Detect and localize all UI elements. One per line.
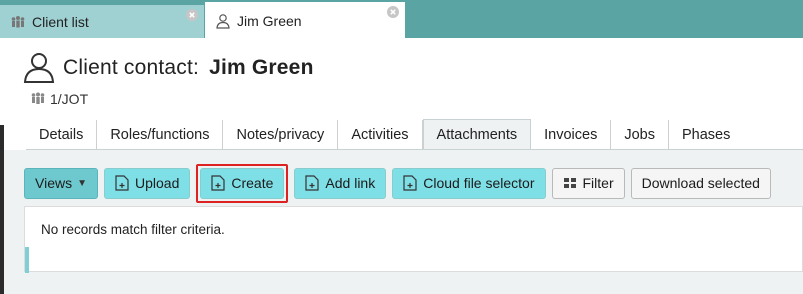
- results-list: No records match filter criteria.: [24, 206, 803, 273]
- upload-button[interactable]: Upload: [104, 167, 191, 199]
- add-link-label: Add link: [325, 175, 376, 191]
- contact-name: Jim Green: [209, 56, 314, 79]
- upload-label: Upload: [135, 175, 180, 191]
- title-label: Client contact:: [63, 56, 200, 79]
- empty-message: No records match filter criteria.: [41, 222, 225, 237]
- tab-activities[interactable]: Activities: [338, 120, 423, 150]
- views-label: Views: [35, 175, 73, 191]
- chevron-down-icon: ▼: [77, 177, 87, 189]
- file-add-icon: [211, 175, 225, 191]
- person-icon: [216, 13, 230, 29]
- record-tabs: Details Roles/functions Notes/privacy Ac…: [26, 119, 744, 150]
- contact-person-icon: [23, 53, 55, 83]
- create-highlight: Create: [196, 163, 289, 203]
- tab-roles-functions[interactable]: Roles/functions: [97, 120, 224, 150]
- tab-phases[interactable]: Phases: [668, 120, 744, 150]
- tab-jobs[interactable]: Jobs: [611, 120, 669, 150]
- file-add-icon: [403, 175, 417, 191]
- window-tab-strip: Client list Jim Green: [0, 0, 803, 39]
- page-title: Client contact: Jim Green: [63, 56, 314, 80]
- create-button[interactable]: Create: [200, 167, 285, 199]
- tab-attachments[interactable]: Attachments: [422, 119, 532, 150]
- file-add-icon: [115, 175, 129, 191]
- cloud-file-selector-button[interactable]: Cloud file selector: [392, 167, 546, 199]
- tab-invoices[interactable]: Invoices: [531, 120, 612, 150]
- close-icon[interactable]: [186, 9, 198, 21]
- tab-details[interactable]: Details: [26, 120, 98, 150]
- group-icon: [11, 15, 25, 27]
- attachments-toolbar: Views ▼ Upload Create Add link Cloud fil…: [24, 163, 771, 203]
- group-icon: [31, 92, 45, 104]
- views-button[interactable]: Views ▼: [24, 167, 98, 199]
- filter-grid-icon: [563, 178, 576, 188]
- client-code-row: 1/JOT: [30, 91, 88, 107]
- file-add-icon: [305, 175, 320, 191]
- download-selected-button[interactable]: Download selected: [630, 167, 771, 199]
- row-accent: [25, 247, 29, 273]
- record-header: Client contact: Jim Green 1/JOT: [0, 39, 803, 125]
- window-tab-label: Jim Green: [237, 12, 302, 29]
- window-tab-jim-green[interactable]: Jim Green: [205, 2, 405, 39]
- add-link-button[interactable]: Add link: [294, 167, 387, 199]
- close-icon[interactable]: [387, 6, 399, 18]
- filter-button[interactable]: Filter: [551, 167, 625, 199]
- tab-notes-privacy[interactable]: Notes/privacy: [223, 120, 339, 150]
- window-tab-client-list[interactable]: Client list: [0, 5, 204, 38]
- client-code: 1/JOT: [50, 91, 89, 107]
- cloud-label: Cloud file selector: [423, 175, 535, 191]
- attachments-panel: Views ▼ Upload Create Add link Cloud fil…: [4, 150, 803, 294]
- create-label: Create: [231, 175, 274, 191]
- filter-label: Filter: [582, 175, 614, 191]
- download-label: Download selected: [641, 175, 760, 191]
- window-tab-label: Client list: [32, 13, 89, 30]
